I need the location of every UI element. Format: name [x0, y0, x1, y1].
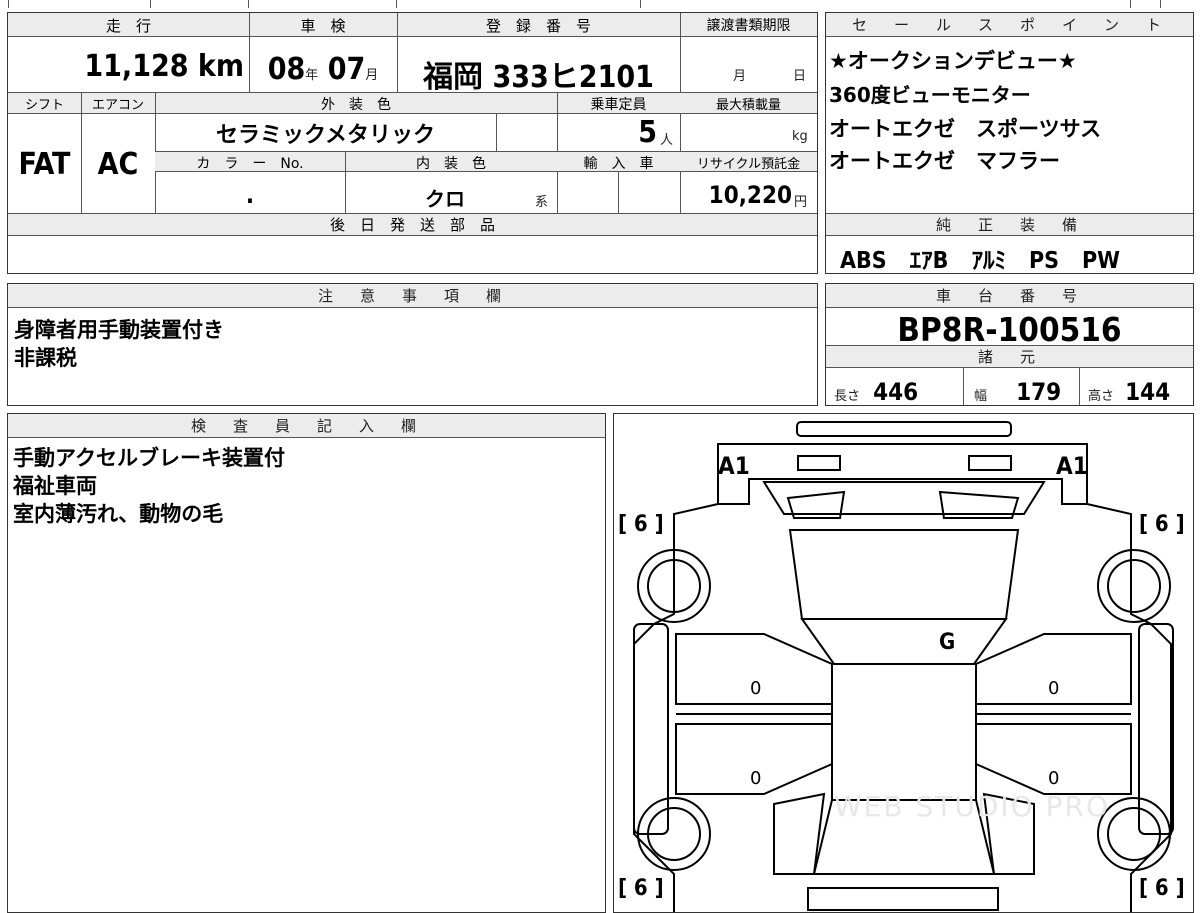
recycle-header: リサイクル預託金 [696, 157, 801, 172]
sales-point: オートエクゼ マフラー [829, 149, 1060, 173]
door-rl-mark: 0 [750, 768, 762, 789]
sales-points-panel: セ ー ル ス ポ イ ン ト ★オークションデビュー★ 360度ビューモニター… [825, 12, 1194, 274]
exterior-color: セラミックメタリック [215, 123, 436, 148]
door-fr-mark: 0 [1048, 678, 1060, 699]
quarter-left [773, 792, 826, 875]
deadline-header: 譲渡書類期限 [706, 18, 791, 34]
damage-diagram-panel: WEB STUDIO PRO A1 A1 [ 6 ] [ 6 ] [ 6 ] [… [613, 413, 1194, 913]
watermark: WEB STUDIO PRO [834, 790, 1110, 823]
vehicle-info-table: 走 行 車 検 登 録 番 号 譲渡書類期限 11,128 km 08年 07月… [7, 12, 818, 274]
reg-area: 福岡 [423, 60, 484, 95]
rear-bumper [807, 887, 999, 911]
notes-line: 非課税 [14, 346, 77, 370]
hood [762, 481, 1046, 515]
exterior-header: 外 装 色 [321, 97, 391, 113]
equipment-header: 純 正 装 備 [826, 214, 1193, 236]
recycle-value: 10,220 [708, 181, 792, 209]
inspection-month: 07 [327, 52, 366, 87]
mileage-header: 走 行 [105, 17, 151, 35]
import-header: 輸 入 車 [583, 156, 654, 172]
capacity-unit: 人 [660, 133, 674, 148]
inspection-year: 08 [267, 52, 306, 87]
interior-suffix: 系 [535, 195, 549, 210]
sales-points-header: セ ー ル ス ポ イ ン ト [826, 13, 1193, 37]
aircon-header: エアコン [91, 98, 144, 113]
reg-number: 333ヒ2101 [492, 60, 654, 95]
inspector-header: 検 査 員 記 入 欄 [8, 414, 605, 438]
sill-left [633, 623, 669, 835]
sales-point: ★オークションデビュー★ [829, 49, 1077, 73]
width-value: 179 [1016, 378, 1062, 406]
notes-panel: 注 意 事 項 欄 身障者用手動装置付き 非課税 [7, 283, 818, 406]
max-load-header: 最大積載量 [715, 98, 781, 113]
recycle-unit: 円 [794, 195, 808, 210]
clipped-top-strip [0, 0, 1200, 8]
chassis-panel: 車 台 番 号 BP8R-100516 諸 元 長さ 446 幅 179 高さ … [825, 283, 1194, 406]
front-bumper-top [796, 421, 1012, 437]
mileage-value: 11,128 [84, 49, 189, 84]
year-unit: 年 [305, 68, 319, 83]
inspector-line: 室内薄汚れ、動物の毛 [13, 502, 224, 526]
interior-color: クロ [425, 187, 465, 211]
interior-header: 内 装 色 [416, 156, 486, 172]
inspector-panel: 検 査 員 記 入 欄 手動アクセルブレーキ装置付 福祉車両 室内薄汚れ、動物の… [7, 413, 606, 913]
windshield [788, 529, 1020, 620]
shift-value: FAT [18, 147, 71, 182]
inspector-line: 福祉車両 [13, 474, 97, 498]
tire-front-right: [ 6 ] [1139, 512, 1185, 537]
capacity-header: 乗車定員 [590, 97, 647, 113]
damage-windshield: G [939, 630, 956, 655]
notes-line: 身障者用手動装置付き [14, 318, 224, 342]
load-unit: kg [792, 129, 808, 144]
roof [831, 663, 977, 801]
length-label: 長さ [834, 389, 861, 404]
notes-header: 注 意 事 項 欄 [8, 284, 817, 308]
capacity-value: 5 [638, 115, 657, 150]
deadline-month: 月 [733, 69, 747, 84]
car-diagram-svg [633, 421, 1174, 912]
inspection-header: 車 検 [300, 17, 346, 35]
headlight-left [797, 455, 841, 471]
inspector-line: 手動アクセルブレーキ装置付 [13, 446, 285, 470]
shift-header: シフト [24, 98, 64, 113]
specs-header: 諸 元 [826, 346, 1193, 368]
sales-point: オートエクゼ スポーツサス [829, 117, 1102, 141]
body-outline-right [1086, 503, 1172, 912]
height-label: 高さ [1088, 389, 1115, 404]
damage-a1-left: A1 [718, 452, 750, 480]
door-rr-mark: 0 [1048, 768, 1060, 789]
tire-rear-right: [ 6 ] [1139, 876, 1185, 901]
color-no-value: . [245, 181, 255, 209]
reg-no-header: 登 録 番 号 [485, 17, 591, 35]
equipment-items: ABS ｴｱB ｱﾙﾐ PS PW [840, 248, 1121, 274]
color-no-header: カ ラ ー No. [196, 156, 304, 172]
later-parts-header: 後 日 発 送 部 品 [8, 214, 817, 236]
front-bumper [717, 443, 1088, 505]
dashboard [800, 618, 1008, 665]
chassis-header: 車 台 番 号 [826, 284, 1193, 308]
sales-point: 360度ビューモニター [829, 83, 1031, 107]
aircon-value: AC [97, 147, 139, 182]
damage-a1-right: A1 [1056, 452, 1088, 480]
mileage-unit: km [197, 49, 244, 84]
chassis-number: BP8R-100516 [897, 310, 1122, 349]
tire-rear-left: [ 6 ] [618, 876, 664, 901]
sill-right [1138, 623, 1174, 835]
width-label: 幅 [974, 389, 988, 404]
tire-front-left: [ 6 ] [618, 512, 664, 537]
month-unit: 月 [365, 68, 379, 83]
headlight-right [968, 455, 1012, 471]
height-value: 144 [1125, 378, 1171, 406]
door-fl-mark: 0 [750, 678, 762, 699]
deadline-day: 日 [793, 69, 807, 84]
length-value: 446 [873, 378, 919, 406]
